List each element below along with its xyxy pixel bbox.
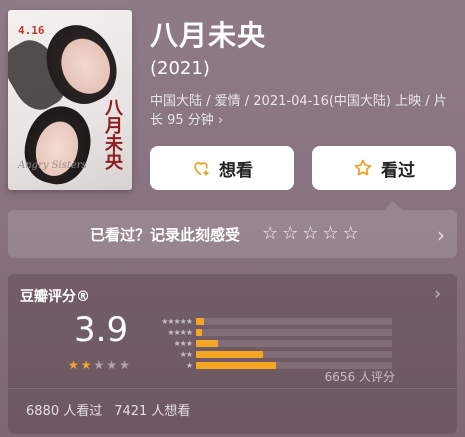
chevron-right-icon: › <box>434 284 441 304</box>
score-star-icon: ★ <box>80 358 92 372</box>
movie-title: 八月未央 <box>150 19 267 52</box>
chevron-right-icon: › <box>437 223 445 247</box>
rating-footer: 6880 人看过 7421 人想看 <box>26 400 190 419</box>
rating-stars: ★ ★ ★ ★ ★ <box>68 358 130 372</box>
movie-poster[interactable]: 4.16 八月未央 Angry Sisters <box>8 10 132 190</box>
score-star-icon: ★ <box>68 358 79 372</box>
distribution-track <box>196 328 392 336</box>
poster-subtitle: Angry Sisters <box>18 160 87 171</box>
distribution-label: ★★ <box>179 349 193 359</box>
rating-score: 3.9 <box>74 310 129 350</box>
rate-star-icon[interactable]: ☆ <box>282 225 298 243</box>
distribution-label: ★★★★★ <box>161 316 193 326</box>
record-stars[interactable]: ☆ ☆ ☆ ☆ ☆ <box>262 225 359 243</box>
poster-title: 八月未央 <box>102 98 123 170</box>
douban-rating-card[interactable]: 豆瓣评分® › 3.9 ★ ★ ★ ★ ★ ★★★★★ ★★★★ ★★★ ★★ ★ 6656 人… <box>8 274 457 434</box>
rating-count: 6656 人评分 <box>324 370 395 384</box>
distribution-track <box>196 317 392 325</box>
distribution-row: ★★★★★ <box>148 316 392 326</box>
distribution-label: ★ <box>185 360 193 370</box>
distribution-row: ★★ <box>148 349 392 359</box>
seen-label: 看过 <box>381 160 415 181</box>
movie-year: (2021) <box>150 58 210 79</box>
score-star-icon: ★ <box>119 358 130 372</box>
distribution-label: ★★★★ <box>167 327 193 337</box>
distribution-track <box>196 339 392 347</box>
distribution-bar <box>196 361 276 369</box>
rate-star-icon[interactable]: ☆ <box>343 225 359 243</box>
heart-plus-icon <box>194 162 209 176</box>
movie-meta-link[interactable]: 中国大陆 / 爱情 / 2021-04-16(中国大陆) 上映 / 片长 95 … <box>150 92 455 130</box>
poster-date: 4.16 <box>18 24 45 37</box>
rating-header: 豆瓣评分® <box>20 289 90 305</box>
distribution-row: ★★★★ <box>148 327 392 337</box>
divider <box>8 388 457 389</box>
poster-figure-bottom <box>16 99 100 190</box>
star-icon <box>354 159 372 176</box>
score-star-icon: ★ <box>93 358 105 372</box>
distribution-bar <box>196 350 263 358</box>
distribution-bar <box>196 339 218 347</box>
want-to-see-label: 想看 <box>219 160 253 181</box>
distribution-label: ★★★ <box>173 338 193 348</box>
rate-star-icon[interactable]: ☆ <box>302 225 318 243</box>
rate-star-icon[interactable]: ☆ <box>322 225 338 243</box>
seen-count[interactable]: 6880 人看过 <box>26 400 102 419</box>
seen-button[interactable]: 看过 <box>312 146 456 190</box>
score-star-icon: ★ <box>106 358 118 372</box>
distribution-track <box>196 350 392 358</box>
record-prompt: 已看过？记录此刻感受 <box>90 225 241 244</box>
distribution-bar <box>196 317 204 325</box>
record-pointer <box>384 201 402 210</box>
want-to-see-button[interactable]: 想看 <box>150 146 294 190</box>
record-feeling-bar[interactable]: 已看过？记录此刻感受 ☆ ☆ ☆ ☆ ☆ › <box>8 201 457 258</box>
rate-star-icon[interactable]: ☆ <box>262 225 278 243</box>
distribution-row: ★★★ <box>148 338 392 348</box>
distribution-bar <box>196 328 202 336</box>
want-count[interactable]: 7421 人想看 <box>114 400 190 419</box>
